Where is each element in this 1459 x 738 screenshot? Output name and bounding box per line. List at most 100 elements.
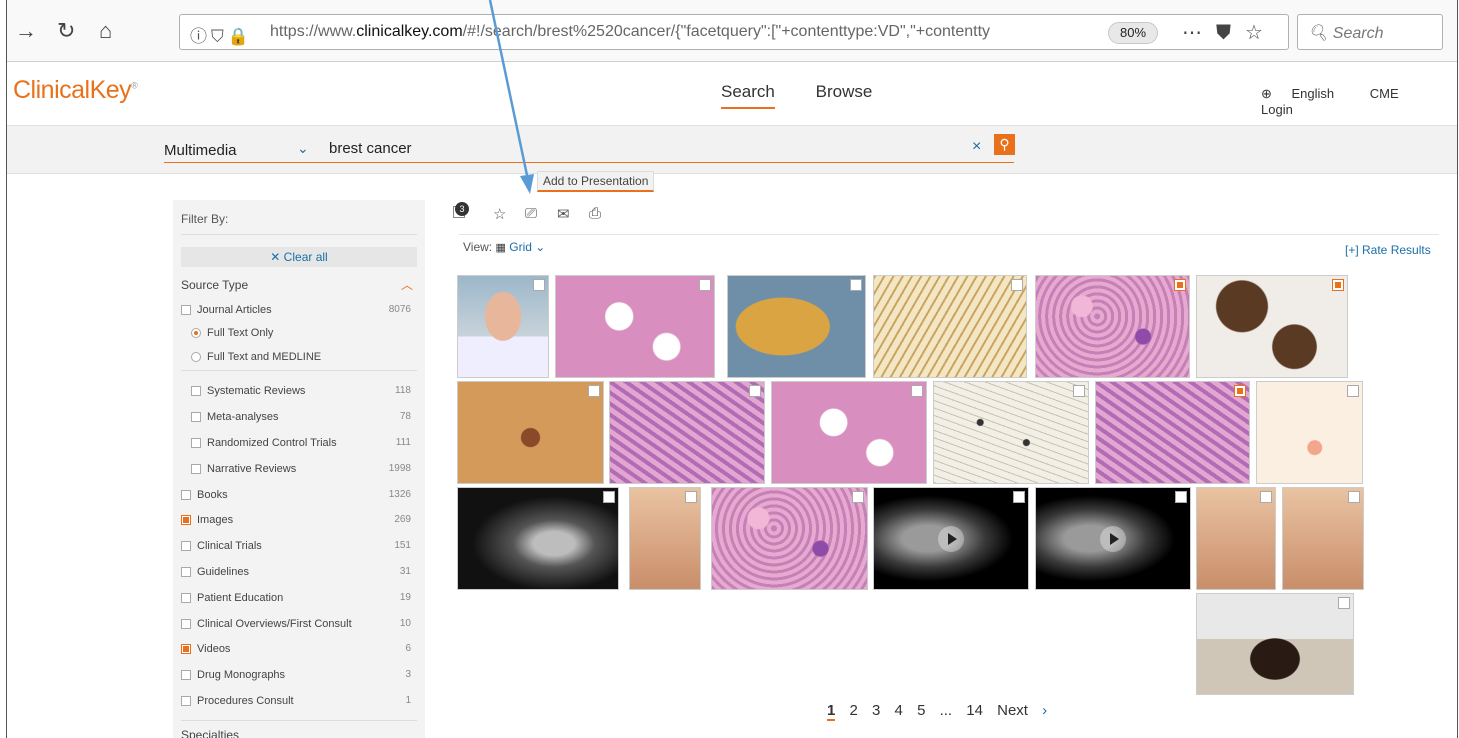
filter-checkbox[interactable] (181, 644, 191, 654)
filter-checkbox[interactable] (181, 305, 191, 315)
filter-radio[interactable] (191, 352, 201, 362)
select-checkbox[interactable] (911, 385, 923, 397)
result-thumbnail[interactable] (609, 381, 765, 484)
play-icon[interactable] (938, 525, 964, 552)
select-checkbox[interactable] (1174, 279, 1186, 291)
page-link[interactable]: 2 (850, 702, 858, 719)
filter-checkbox[interactable] (181, 593, 191, 603)
search-submit-button[interactable]: ⚲ (994, 134, 1015, 155)
select-checkbox[interactable] (533, 279, 545, 291)
zoom-level[interactable]: 80% (1108, 22, 1158, 44)
filter-item[interactable]: Guidelines 31 (181, 565, 417, 581)
filter-item[interactable]: Full Text and MEDLINE (181, 350, 417, 366)
page-link[interactable]: 4 (895, 702, 903, 719)
result-thumbnail[interactable] (457, 275, 549, 378)
clear-all-button[interactable]: ✕ Clear all (181, 247, 417, 267)
language-selector[interactable]: ⊕ English (1261, 86, 1350, 101)
filter-item[interactable]: Patient Education 19 (181, 591, 417, 607)
select-checkbox[interactable] (852, 491, 864, 503)
select-checkbox[interactable] (1347, 385, 1359, 397)
filter-checkbox[interactable] (181, 490, 191, 500)
login-link[interactable]: Login (1261, 102, 1293, 117)
select-checkbox[interactable] (603, 491, 615, 503)
select-checkbox[interactable] (699, 279, 711, 291)
cme-link[interactable]: CME (1370, 86, 1399, 101)
select-checkbox[interactable] (1234, 385, 1246, 397)
filter-item[interactable]: Clinical Overviews/First Consult 10 (181, 617, 417, 633)
filter-checkbox[interactable] (181, 541, 191, 551)
filter-checkbox[interactable] (191, 412, 201, 422)
source-type-header[interactable]: Source Type ︿ (181, 278, 417, 292)
result-thumbnail[interactable] (1256, 381, 1363, 484)
select-checkbox[interactable] (1332, 279, 1344, 291)
pocket-icon[interactable]: ⛊ (1216, 22, 1245, 44)
site-info-icons[interactable]: ⓘ⛉🔒 (190, 22, 253, 47)
filter-item[interactable]: Books 1326 (181, 488, 417, 504)
add-to-presentation-icon[interactable]: ⎚ (525, 205, 537, 222)
favorite-star-icon[interactable]: ☆ (493, 205, 506, 223)
result-thumbnail[interactable] (711, 487, 868, 590)
email-icon[interactable]: ✉ (557, 205, 570, 223)
result-thumbnail[interactable] (1196, 593, 1354, 695)
result-thumbnail[interactable] (1282, 487, 1364, 590)
select-checkbox[interactable] (749, 385, 761, 397)
select-checkbox[interactable] (1013, 491, 1025, 503)
filter-item[interactable]: Procedures Consult 1 (181, 694, 417, 710)
result-thumbnail[interactable] (933, 381, 1089, 484)
filter-item[interactable]: Drug Monographs 3 (181, 668, 417, 684)
result-thumbnail[interactable] (1196, 487, 1276, 590)
view-mode-select[interactable]: Grid (509, 240, 532, 254)
result-thumbnail[interactable] (873, 275, 1027, 378)
select-checkbox[interactable] (1348, 491, 1360, 503)
forward-icon[interactable]: → (15, 18, 37, 44)
video-thumbnail[interactable] (873, 487, 1029, 590)
nav-browse[interactable]: Browse (816, 82, 873, 107)
filter-item[interactable]: Narrative Reviews 1998 (181, 462, 417, 478)
select-checkbox[interactable] (685, 491, 697, 503)
filter-checkbox[interactable] (181, 670, 191, 680)
content-type-select[interactable]: Multimedia (164, 142, 237, 159)
search-input[interactable]: brest cancer (329, 140, 412, 157)
filter-checkbox[interactable] (181, 619, 191, 629)
filter-item[interactable]: Images 269 (181, 513, 417, 529)
select-checkbox[interactable] (1338, 597, 1350, 609)
result-thumbnail[interactable] (1196, 275, 1348, 378)
browser-search-box[interactable]: 🔍︎ Search (1297, 14, 1443, 50)
filter-checkbox[interactable] (191, 464, 201, 474)
filter-item[interactable]: Systematic Reviews 118 (181, 384, 417, 400)
filter-checkbox[interactable] (191, 386, 201, 396)
home-icon[interactable]: ⌂ (99, 18, 112, 44)
result-thumbnail[interactable] (727, 275, 866, 378)
select-checkbox[interactable] (588, 385, 600, 397)
next-page-link[interactable]: Next › (997, 702, 1057, 719)
video-thumbnail[interactable] (1035, 487, 1191, 590)
clear-search-icon[interactable]: × (972, 138, 981, 156)
select-checkbox[interactable] (850, 279, 862, 291)
view-toggle[interactable]: View: ▦ Grid ⌄ (463, 240, 545, 254)
address-bar[interactable]: ⓘ⛉🔒 https://www.clinicalkey.com/#!/searc… (179, 14, 1289, 50)
chevron-down-icon[interactable]: ⌄ (535, 240, 545, 254)
result-thumbnail[interactable] (457, 381, 604, 484)
url-text[interactable]: https://www.clinicalkey.com/#!/search/br… (270, 23, 1100, 41)
page-link-current[interactable]: 1 (827, 702, 836, 721)
result-thumbnail[interactable] (457, 487, 619, 590)
filter-checkbox[interactable] (181, 567, 191, 577)
filter-item[interactable]: Journal Articles 8076 (181, 303, 417, 319)
filter-radio[interactable] (191, 328, 201, 338)
select-checkbox[interactable] (1175, 491, 1187, 503)
filter-item[interactable]: Full Text Only (181, 326, 417, 342)
select-checkbox[interactable] (1073, 385, 1085, 397)
result-thumbnail[interactable] (771, 381, 927, 484)
print-icon[interactable]: ⎙ (589, 205, 601, 222)
page-link[interactable]: 3 (872, 702, 880, 719)
page-link[interactable]: 5 (917, 702, 925, 719)
bookmark-star-icon[interactable]: ☆ (1245, 22, 1277, 44)
specialties-header[interactable]: Specialties (181, 728, 417, 738)
page-link[interactable]: 14 (966, 702, 983, 719)
select-checkbox[interactable] (1011, 279, 1023, 291)
nav-search[interactable]: Search (721, 82, 775, 109)
filter-checkbox[interactable] (181, 515, 191, 525)
filter-checkbox[interactable] (181, 696, 191, 706)
play-icon[interactable] (1100, 525, 1126, 552)
clinicalkey-logo[interactable]: ClinicalKey® (13, 76, 138, 105)
